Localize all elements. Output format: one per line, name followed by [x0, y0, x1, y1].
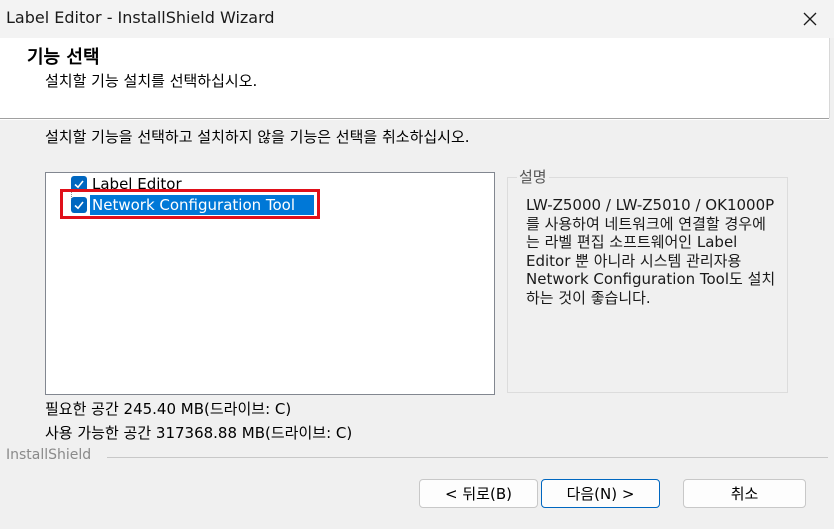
page-subtitle: 설치할 기능 설치를 선택하십시오.	[45, 72, 258, 90]
available-space-text: 사용 가능한 공간 317368.88 MB(드라이브: C)	[45, 424, 353, 442]
footer-divider	[107, 457, 828, 458]
back-button[interactable]: < 뒤로(B)	[419, 479, 538, 508]
window-title: Label Editor - InstallShield Wizard	[6, 8, 275, 27]
header-divider-highlight	[0, 119, 829, 120]
installshield-brand: InstallShield	[6, 447, 92, 463]
close-icon	[803, 12, 817, 26]
next-button[interactable]: 다음(N) >	[541, 479, 660, 508]
feature-tree[interactable]: Label Editor Network Configuration Tool	[45, 172, 495, 395]
required-space-text: 필요한 공간 245.40 MB(드라이브: C)	[45, 400, 292, 418]
highlight-box	[60, 189, 320, 219]
page-title: 기능 선택	[27, 47, 100, 68]
cancel-button[interactable]: 취소	[683, 479, 806, 508]
instruction-text: 설치할 기능을 선택하고 설치하지 않을 기능은 선택을 취소하십시오.	[45, 128, 470, 146]
description-text: LW-Z5000 / LW-Z5010 / OK1000P를 사용하여 네트워크…	[526, 196, 776, 307]
description-legend: 설명	[517, 166, 549, 187]
close-button[interactable]	[786, 0, 834, 38]
